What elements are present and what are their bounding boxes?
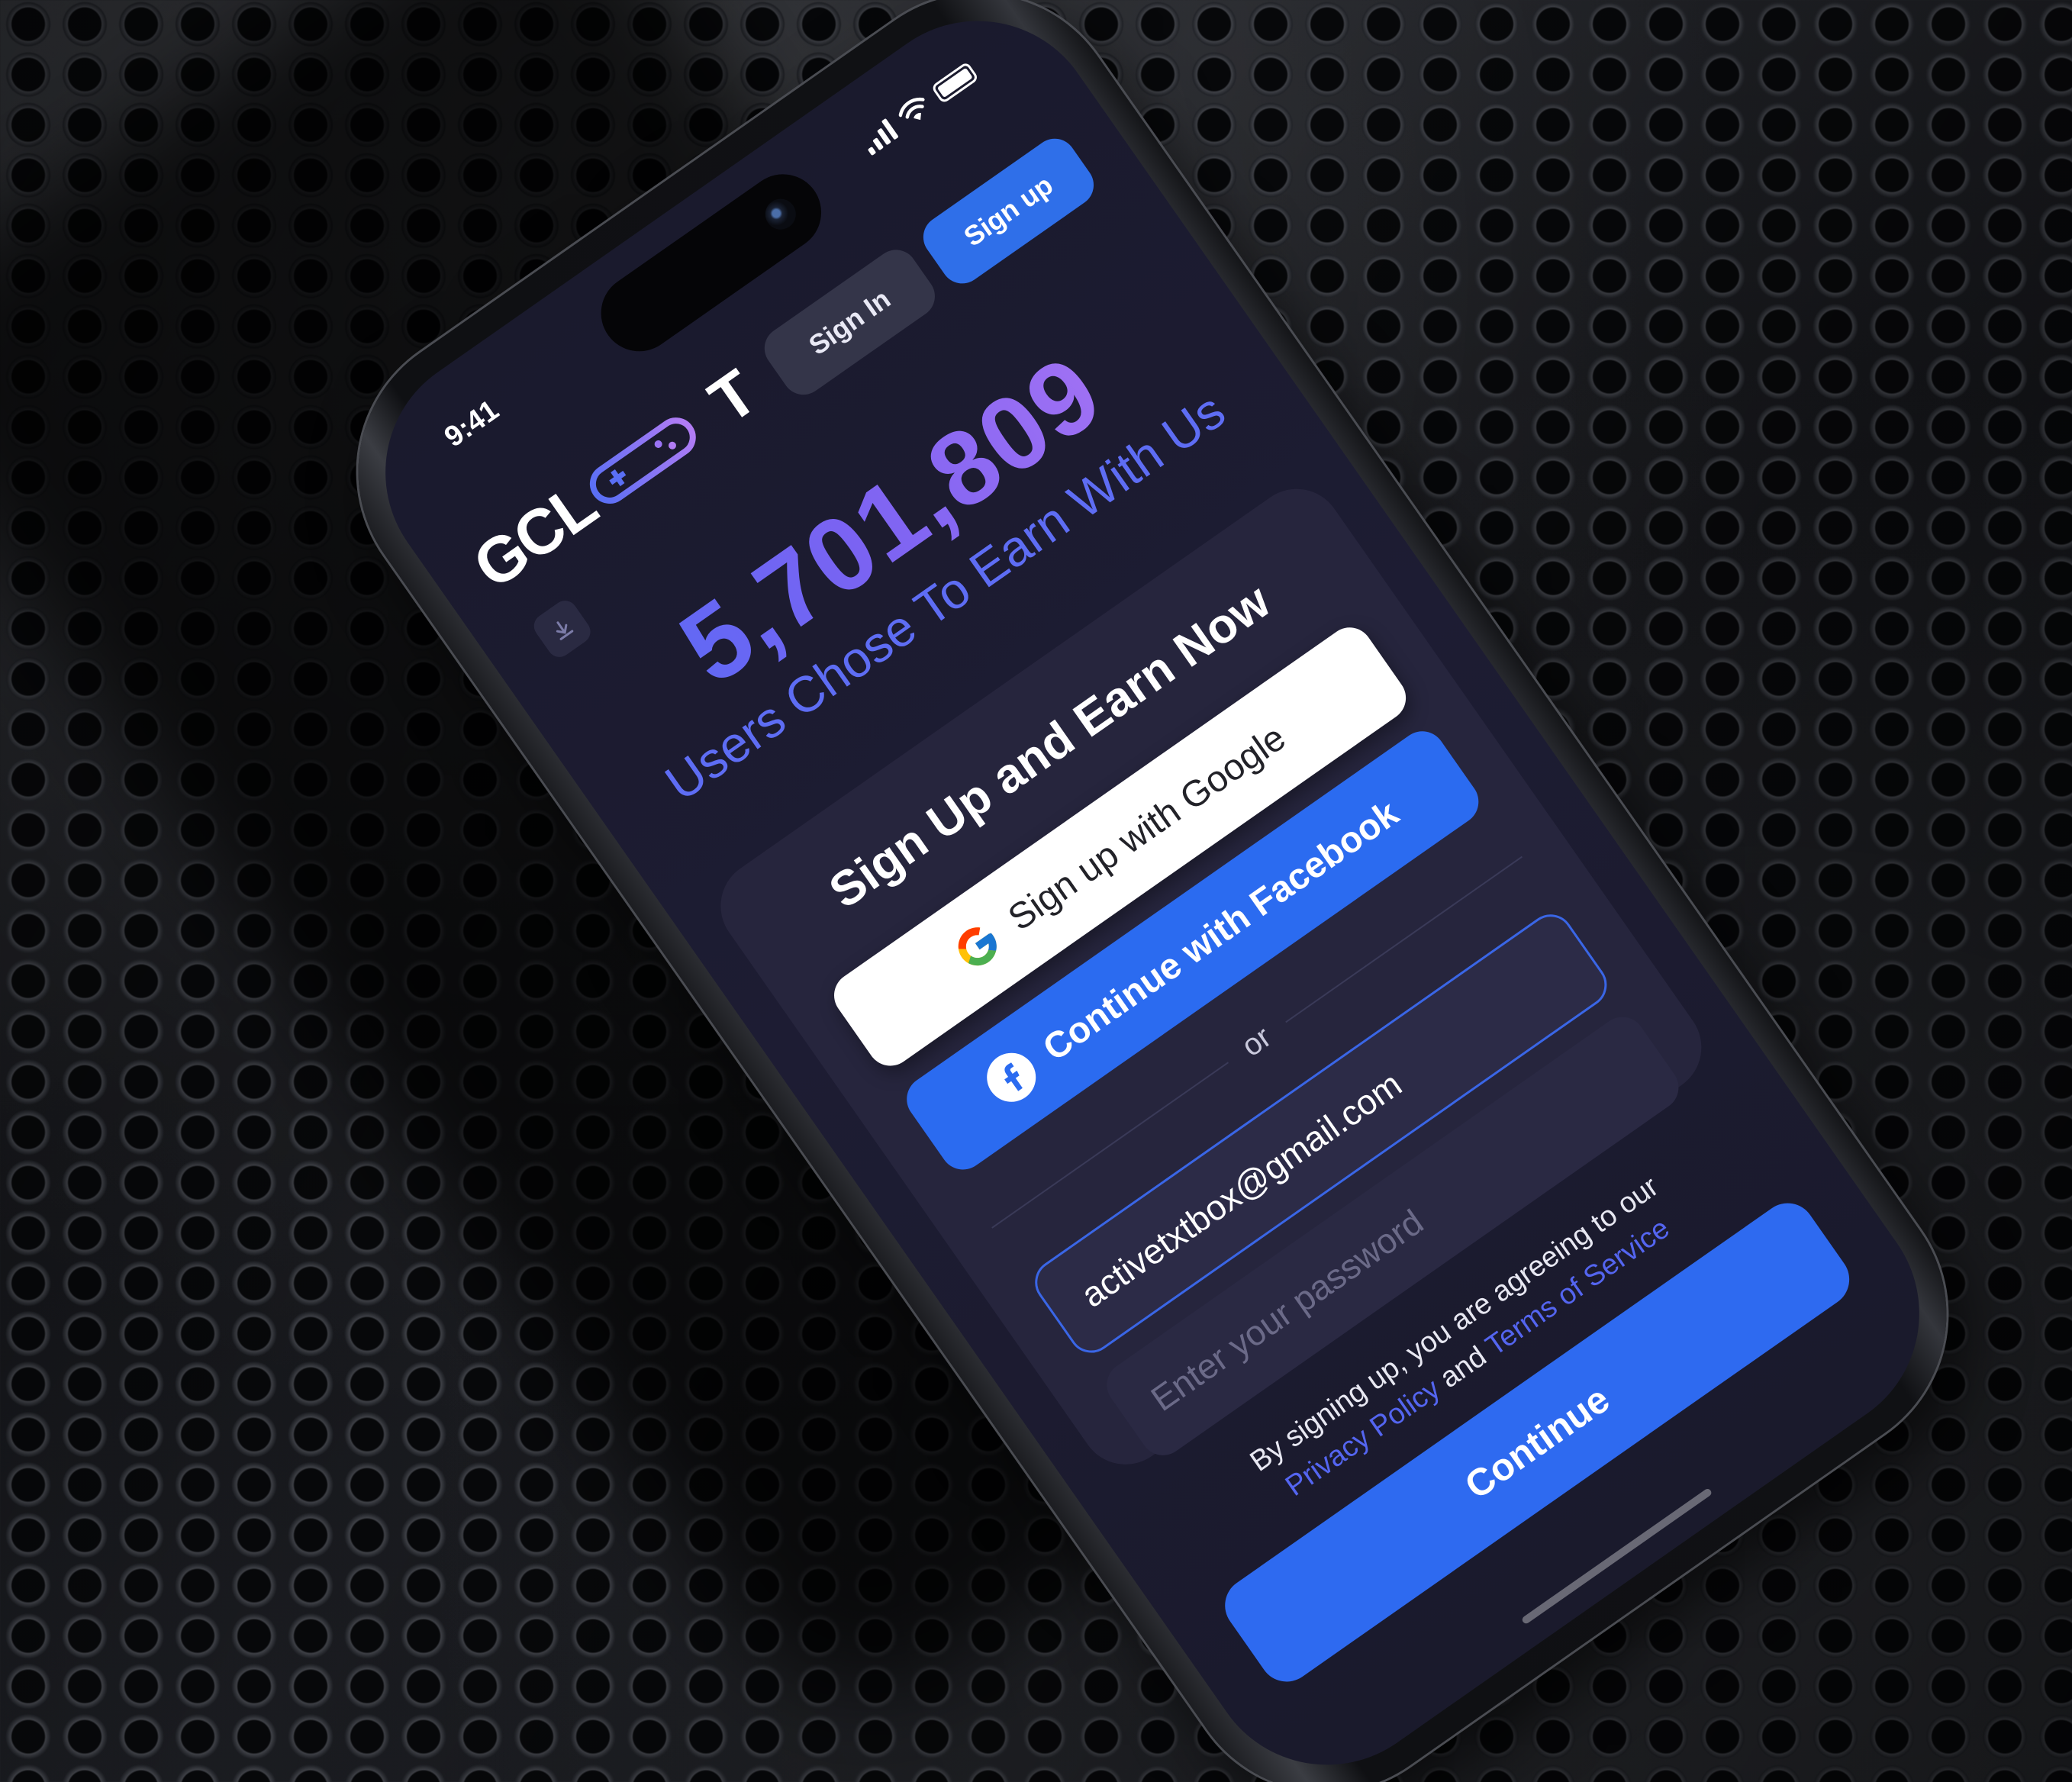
sign-in-button[interactable]: Sign In: [756, 241, 943, 404]
wifi-icon: [898, 97, 925, 121]
front-camera: [759, 192, 802, 236]
google-icon: [958, 927, 997, 966]
download-icon: [556, 621, 574, 640]
divider-text: or: [1236, 1020, 1278, 1064]
facebook-icon: [977, 1043, 1046, 1112]
status-icons: [858, 60, 980, 156]
status-time: 9:41: [439, 394, 505, 454]
sign-up-button[interactable]: Sign up: [914, 130, 1103, 292]
gamepad-icon: [589, 417, 696, 504]
battery-icon: [930, 61, 980, 105]
signal-icon: [858, 117, 899, 156]
home-indicator: [1520, 1487, 1713, 1626]
download-button[interactable]: [529, 595, 595, 662]
